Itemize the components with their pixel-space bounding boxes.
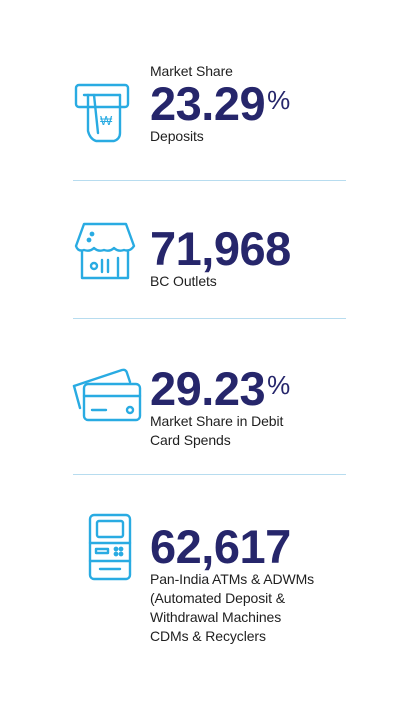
stat-value: 23.29% — [150, 77, 290, 130]
stat-label-line: Pan-India ATMs & ADWMs — [150, 571, 315, 587]
stat-value: 29.23% — [150, 362, 290, 415]
shop-outlet-icon — [74, 222, 136, 280]
divider — [73, 474, 346, 475]
atm-machine-icon — [88, 513, 132, 581]
stat-value: 62,617 — [150, 520, 291, 573]
stat-value: 71,968 — [150, 222, 291, 275]
stat-unit: % — [267, 370, 290, 400]
stat-label-line: Market Share in Debit — [150, 413, 284, 429]
stat-label-line: CDMs & Recyclers — [150, 628, 266, 644]
cards-icon — [70, 366, 142, 422]
stat-unit: % — [267, 85, 290, 115]
svg-text:₩: ₩ — [100, 113, 113, 128]
atm-cash-withdrawal-icon: ₩ — [74, 83, 130, 145]
stat-label-line: Card Spends — [150, 432, 231, 448]
divider — [73, 180, 346, 181]
divider — [73, 318, 346, 319]
stat-label-line: (Automated Deposit & — [150, 590, 285, 606]
stat-label-line: Withdrawal Machines — [150, 609, 282, 625]
